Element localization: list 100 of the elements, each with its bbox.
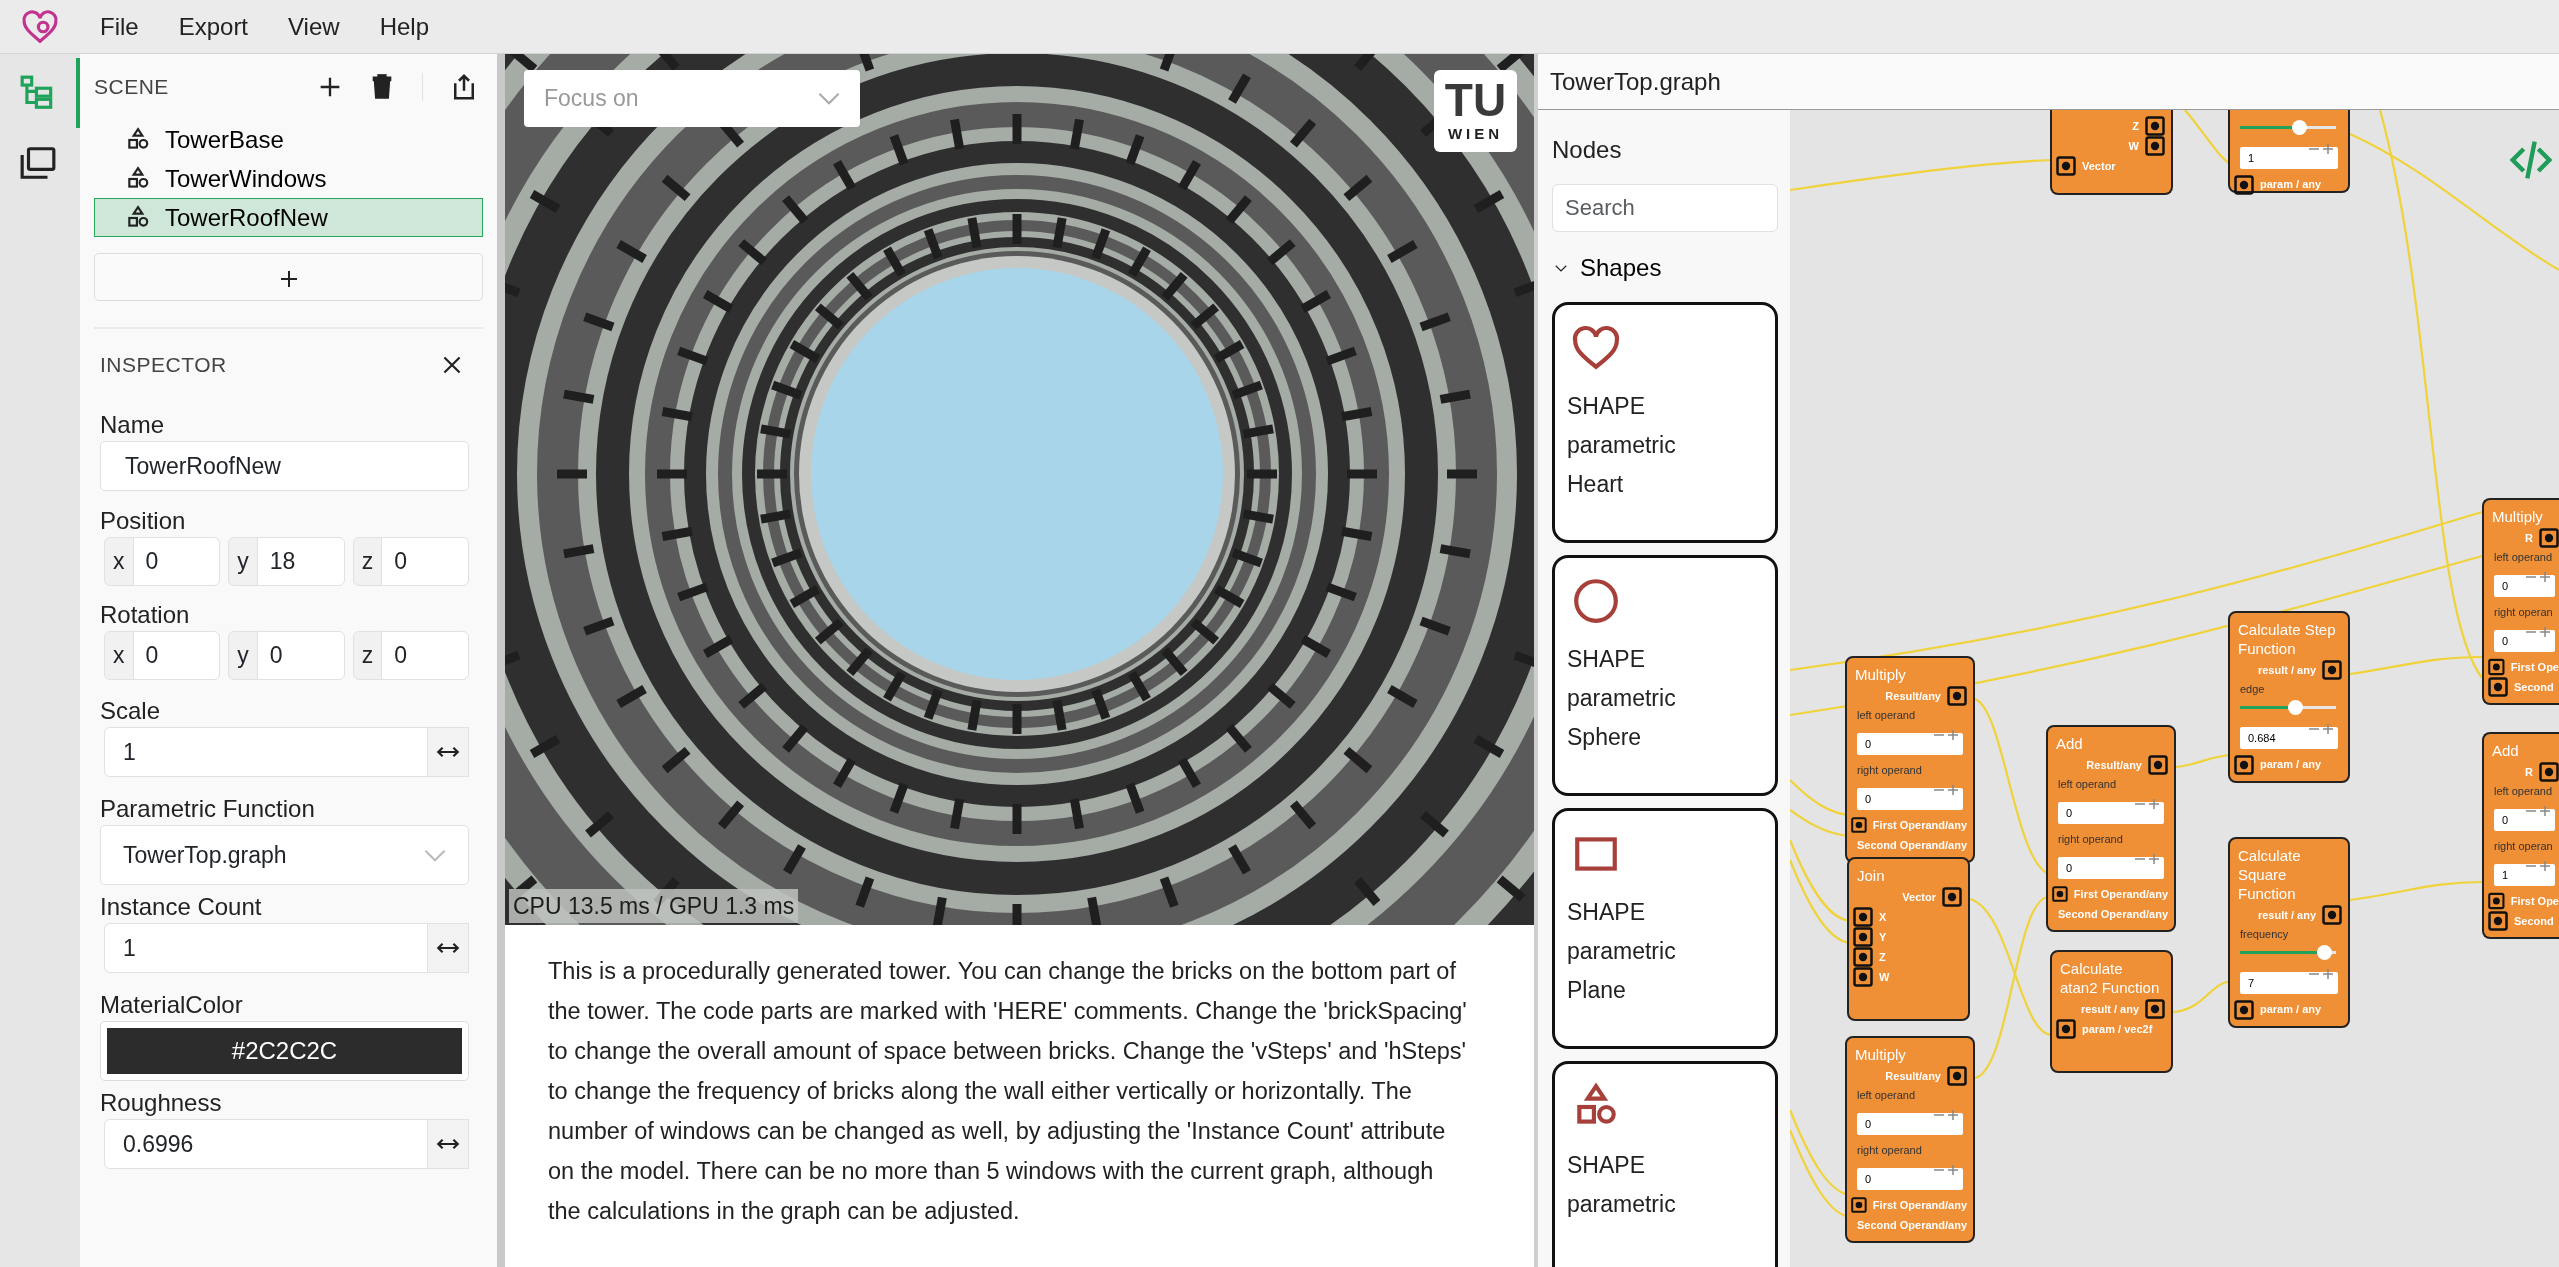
scene-item[interactable]: TowerBase — [94, 120, 483, 159]
port-handle[interactable] — [2145, 999, 2165, 1019]
number-field[interactable]: 0 — [2058, 802, 2164, 824]
number-field[interactable]: 0 — [132, 631, 221, 680]
port-handle[interactable] — [2234, 754, 2254, 775]
number-field[interactable]: 0 — [1857, 1113, 1963, 1135]
port-handle[interactable] — [1853, 907, 1873, 927]
menu-item[interactable]: File — [80, 8, 159, 45]
number-field[interactable]: 0 — [2058, 856, 2164, 879]
port-handle[interactable] — [2148, 755, 2168, 775]
port-handle[interactable] — [1947, 686, 1967, 706]
drag-adjust-button[interactable] — [427, 727, 469, 777]
number-field[interactable]: 1 — [2494, 863, 2555, 886]
port-handle[interactable] — [2052, 884, 2068, 904]
number-field[interactable]: 0 — [1857, 1167, 1963, 1190]
plus-icon — [2148, 798, 2160, 810]
category-toggle[interactable]: Shapes — [1552, 246, 1662, 290]
drag-adjust-button[interactable] — [427, 1119, 469, 1169]
increment-button[interactable] — [2148, 852, 2160, 865]
color-swatch[interactable]: #2C2C2C — [107, 1028, 462, 1074]
scene-item[interactable]: TowerRoofNew — [94, 198, 483, 237]
increment-button[interactable] — [2539, 805, 2551, 817]
graph-node[interactable]: Add Result/any left operand 0 right operand 0 First Operand/any Second Operand/any — [2046, 725, 2176, 932]
shape-card[interactable]: SHAPE parametric Sphere — [1552, 555, 1778, 796]
number-field[interactable]: 0 — [132, 537, 221, 586]
number-field[interactable]: 7 — [2240, 972, 2338, 994]
port-handle[interactable] — [2145, 116, 2165, 136]
text-field[interactable]: TowerRoofNew — [100, 441, 469, 491]
port-handle[interactable] — [2488, 657, 2505, 677]
graph-node[interactable]: Calculate Step Function result / any edge 0.684 param / any — [2228, 611, 2350, 783]
shape-card[interactable]: SHAPE parametric — [1552, 1061, 1778, 1267]
graph-node[interactable]: 1 param / any — [2228, 110, 2350, 193]
number-field[interactable]: 0 — [2494, 629, 2555, 652]
number-field[interactable]: 0.6996 — [104, 1119, 428, 1169]
number-field[interactable]: 0 — [2494, 809, 2555, 831]
increment-button[interactable] — [2539, 859, 2551, 872]
port-handle[interactable] — [2234, 174, 2254, 195]
number-field[interactable]: 1 — [104, 727, 428, 777]
node-title: Join — [1856, 866, 1886, 886]
port-handle[interactable] — [2234, 999, 2254, 1020]
increment-button[interactable] — [2322, 968, 2334, 980]
port-handle[interactable] — [2056, 156, 2076, 176]
increment-button[interactable] — [2322, 143, 2334, 155]
color-field[interactable]: #2C2C2C — [100, 1021, 469, 1081]
port-handle[interactable] — [2322, 905, 2342, 925]
increment-button[interactable] — [2322, 723, 2334, 735]
port-handle[interactable] — [2056, 1019, 2076, 1039]
increment-button[interactable] — [2539, 625, 2551, 638]
number-field[interactable]: 1 — [2240, 147, 2338, 169]
dropdown[interactable]: TowerTop.graph — [100, 825, 469, 885]
shape-card[interactable]: SHAPE parametric Plane — [1552, 808, 1778, 1049]
drag-adjust-button[interactable] — [427, 923, 469, 973]
increment-button[interactable] — [2539, 571, 2551, 583]
graph-node[interactable]: Add R left operand 0 right operan 1 First Ope Second — [2482, 732, 2559, 939]
graph-node[interactable]: Multiply Result/any left operand 0 right operand 0 First Operand/any Second Operand/any — [1845, 656, 1975, 863]
port-handle[interactable] — [1851, 1195, 1867, 1215]
port-handle[interactable] — [1851, 815, 1867, 835]
search-field[interactable]: Search — [1552, 184, 1778, 232]
slider-thumb[interactable] — [2316, 945, 2332, 960]
port-handle[interactable] — [1942, 887, 1962, 907]
plus-icon — [2539, 805, 2551, 817]
parameter-label: edge — [2239, 682, 2266, 696]
number-field[interactable]: 1 — [104, 923, 428, 973]
number-field[interactable]: 0 — [1857, 787, 1963, 810]
card-text: Sphere — [1567, 723, 1643, 752]
increment-button[interactable] — [1947, 1163, 1959, 1176]
graph-node[interactable]: Multiply Result/any left operand 0 right operand 0 First Operand/any Second Operand/any — [1845, 1036, 1975, 1243]
port-label: Y — [1879, 929, 1887, 945]
port-handle[interactable] — [2488, 891, 2505, 911]
port-handle[interactable] — [2145, 136, 2165, 156]
increment-button[interactable] — [1947, 1109, 1959, 1121]
port-handle[interactable] — [2539, 762, 2559, 782]
port-handle[interactable] — [1853, 947, 1873, 967]
card-text: SHAPE — [1567, 645, 1646, 674]
increment-button[interactable] — [1947, 783, 1959, 796]
number-field[interactable]: 0 — [2494, 575, 2555, 597]
graph-node[interactable]: Multiply R left operand 0 right operan 0 First Ope Second — [2482, 498, 2559, 705]
increment-button[interactable] — [2148, 798, 2160, 810]
slider-thumb[interactable] — [2291, 120, 2307, 135]
menu-item[interactable]: View — [268, 8, 360, 45]
number-field[interactable]: 0 — [381, 537, 469, 586]
increment-button[interactable] — [1947, 729, 1959, 741]
number-field[interactable]: 0 — [256, 631, 345, 680]
port-handle[interactable] — [2322, 660, 2342, 680]
port-handle[interactable] — [2539, 528, 2559, 548]
graph-node[interactable]: Calculate Square Function result / any frequency 7 param / any — [2228, 837, 2350, 1028]
number-field[interactable]: 18 — [256, 537, 345, 586]
slider-thumb[interactable] — [2288, 700, 2303, 715]
port-handle[interactable] — [1853, 927, 1873, 947]
port-handle[interactable] — [2488, 677, 2508, 697]
menu-item[interactable]: Export — [158, 8, 269, 45]
port-handle[interactable] — [1947, 1066, 1967, 1086]
number-field[interactable]: 0 — [1857, 733, 1963, 755]
scene-item[interactable]: TowerWindows — [94, 159, 483, 198]
menu-item[interactable]: Help — [359, 8, 449, 45]
port-handle[interactable] — [1853, 967, 1873, 987]
port-handle[interactable] — [2488, 911, 2508, 931]
number-field[interactable]: 0 — [381, 631, 469, 680]
number-field[interactable]: 0.684 — [2240, 727, 2338, 749]
shape-card[interactable]: SHAPE parametric Heart — [1552, 302, 1778, 543]
